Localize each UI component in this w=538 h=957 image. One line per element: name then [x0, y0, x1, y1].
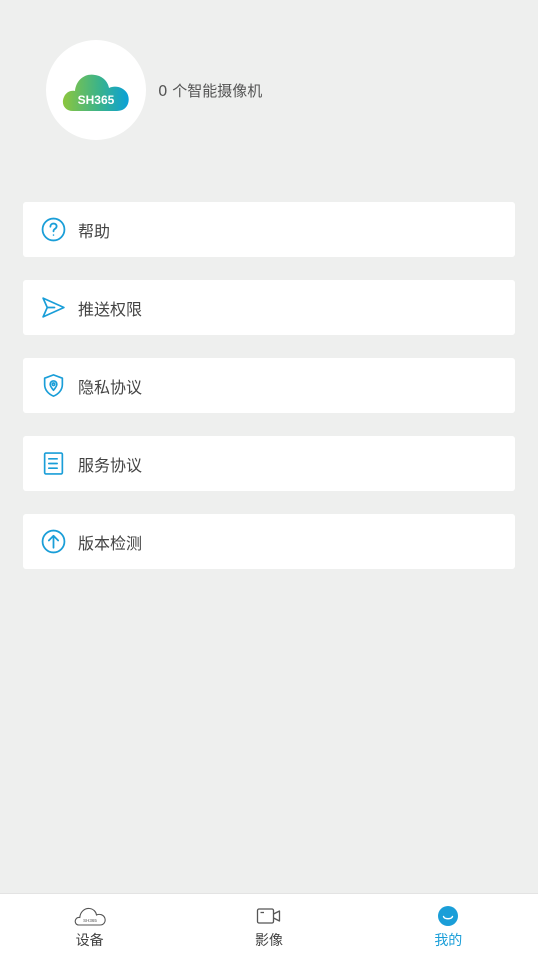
smile-icon	[437, 905, 459, 927]
camera-count: 0 个智能摄像机	[158, 81, 263, 100]
shield-location-icon	[40, 373, 66, 399]
menu-item-label: 隐私协议	[78, 377, 143, 397]
upload-circle-icon	[40, 529, 66, 555]
menu-item-service-agreement[interactable]: 服务协议	[23, 436, 515, 491]
help-circle-icon	[40, 217, 66, 243]
menu-item-label: 推送权限	[78, 299, 143, 319]
document-icon	[40, 451, 66, 477]
menu-item-help[interactable]: 帮助	[23, 202, 515, 257]
avatar[interactable]: SH365	[46, 40, 146, 140]
menu-item-version-check[interactable]: 版本检测	[23, 514, 515, 569]
tab-label: 我的	[434, 933, 463, 949]
tab-label: 影像	[254, 933, 283, 949]
tab-devices[interactable]: SH365 设备	[0, 894, 179, 957]
svg-text:SH365: SH365	[83, 918, 97, 923]
cloud-icon: SH365	[74, 905, 106, 927]
menu-item-label: 帮助	[78, 221, 111, 241]
logo-text: SH365	[78, 93, 115, 107]
menu-item-label: 服务协议	[78, 455, 143, 475]
menu-item-privacy-policy[interactable]: 隐私协议	[23, 358, 515, 413]
menu-item-push-permission[interactable]: 推送权限	[23, 280, 515, 335]
tab-mine[interactable]: 我的	[359, 894, 538, 957]
profile-header: SH365 0 个智能摄像机	[46, 40, 262, 140]
sh365-logo-icon: SH365	[62, 74, 129, 111]
tab-media[interactable]: 影像	[179, 894, 358, 957]
video-camera-icon	[256, 905, 282, 927]
bottom-tab-bar: SH365 设备 影像 我的	[0, 893, 538, 957]
settings-menu: 帮助 推送权限 隐私协议 服务协议 版本检测	[23, 202, 515, 592]
menu-item-label: 版本检测	[78, 533, 143, 553]
tab-label: 设备	[75, 933, 104, 949]
send-icon	[40, 295, 66, 321]
